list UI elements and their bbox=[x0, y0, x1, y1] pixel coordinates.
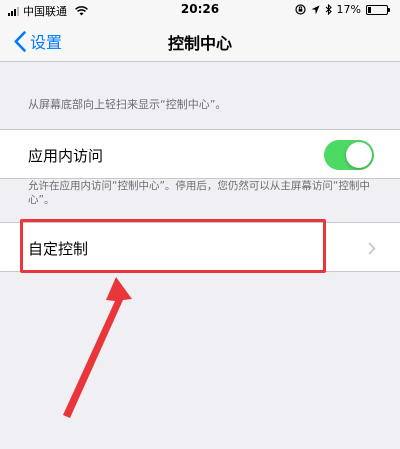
screen: 中国联通 20:26 17% 设置 控制中心 从屏幕底部向上轻扫来显示“控制中心… bbox=[0, 0, 400, 449]
annotation-arrow-icon bbox=[63, 277, 132, 418]
